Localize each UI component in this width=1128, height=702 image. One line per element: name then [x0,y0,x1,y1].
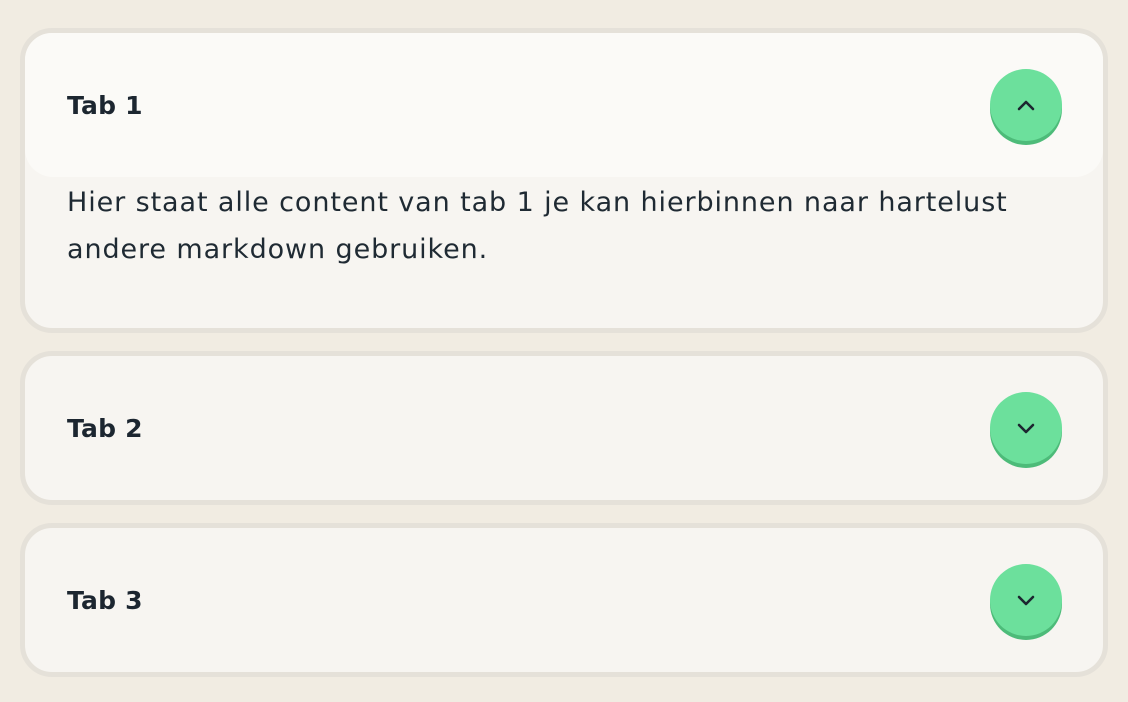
tab-2-header[interactable]: Tab 2 [25,356,1103,500]
tab-3-title: Tab 3 [67,585,143,615]
tab-1-title: Tab 1 [67,90,143,120]
accordion: Tab 1 Hier staat alle content van tab 1 … [20,28,1108,695]
tab-2-title: Tab 2 [67,413,143,443]
tab-1-header[interactable]: Tab 1 [25,33,1103,177]
chevron-up-icon [1017,100,1035,111]
tab-3-expand-button[interactable] [990,564,1062,636]
chevron-down-icon [1017,423,1035,434]
tab-2-expand-button[interactable] [990,392,1062,464]
accordion-panel-tab-2: Tab 2 [20,351,1108,505]
tab-1-content: Hier staat alle content van tab 1 je kan… [67,187,1008,265]
chevron-down-icon [1017,595,1035,606]
tab-1-collapse-button[interactable] [990,69,1062,141]
accordion-panel-tab-3: Tab 3 [20,523,1108,677]
tab-3-header[interactable]: Tab 3 [25,528,1103,672]
accordion-panel-tab-1: Tab 1 Hier staat alle content van tab 1 … [20,28,1108,333]
